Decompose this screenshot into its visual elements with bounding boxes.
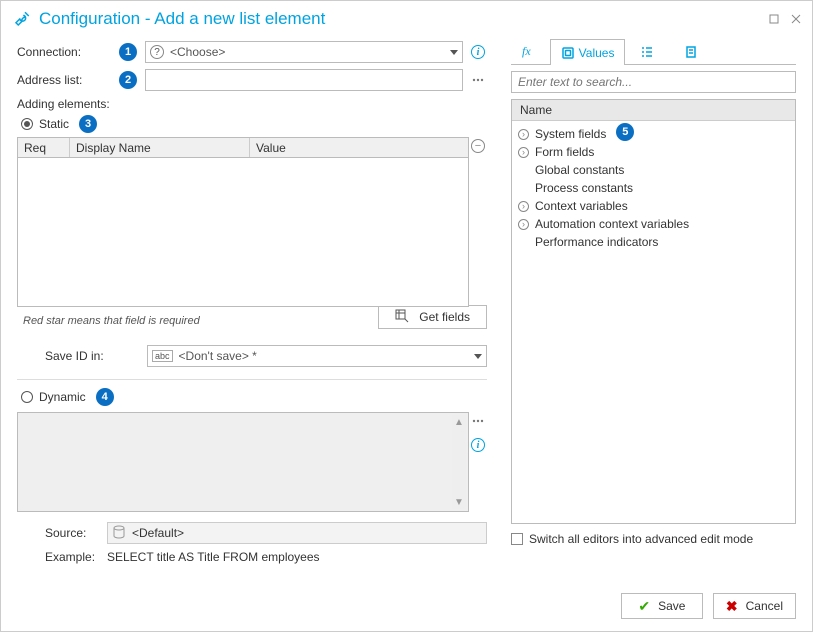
example-label: Example: [17,550,107,564]
tabs: fx Values [511,35,796,65]
chevron-down-icon [474,354,482,359]
grid-body[interactable] [17,157,469,307]
remove-row-button[interactable]: − [471,139,485,153]
tree-label: Automation context variables [535,217,689,231]
tree-label: System fields [535,127,606,141]
scroll-down-icon[interactable]: ▼ [452,495,466,509]
cancel-button[interactable]: ✖ Cancel [713,593,796,619]
badge-1: 1 [119,43,137,61]
scrollbar[interactable]: ▲ ▼ [452,415,466,509]
search-input[interactable] [518,75,789,89]
source-combo: <Default> [107,522,487,544]
address-label: Address list: [17,73,119,87]
connection-combo[interactable]: ? <Choose> [145,41,463,63]
tree-item[interactable]: Process constants [518,179,789,197]
save-in-combo[interactable]: abc <Don't save> * [147,345,487,367]
info-icon[interactable]: i [469,438,487,452]
list-icon [640,45,654,59]
grid-header: Req Display Name Value [17,137,469,157]
dynamic-label: Dynamic [39,390,86,404]
table-icon [395,309,409,326]
badge-4: 4 [96,388,114,406]
example-code: SELECT title AS Title FROM employees [107,550,320,564]
chevron-down-icon [450,50,458,55]
cancel-label: Cancel [746,599,783,613]
col-req: Req [18,138,70,157]
advanced-mode-checkbox[interactable] [511,533,523,545]
expand-icon[interactable]: › [518,219,529,230]
check-icon: ✔ [638,598,650,615]
advanced-mode-label: Switch all editors into advanced edit mo… [529,532,753,546]
expand-icon[interactable]: › [518,129,529,140]
source-label: Source: [17,526,107,540]
get-fields-label: Get fields [419,310,470,324]
tree-item[interactable]: Global constants [518,161,789,179]
tree-item[interactable]: › Context variables [518,197,789,215]
connection-value: <Choose> [170,45,450,59]
tree-item[interactable]: › System fields 5 [518,125,789,143]
save-button[interactable]: ✔ Save [621,593,703,619]
left-pane: Connection: 1 ? <Choose> i Address list:… [17,35,487,570]
source-value: <Default> [132,526,184,540]
badge-3: 3 [79,115,97,133]
search-box[interactable] [511,71,796,93]
tree-label: Form fields [535,145,594,159]
ellipsis-icon[interactable] [469,414,487,428]
radio-static[interactable] [21,118,33,130]
radio-dynamic[interactable] [21,391,33,403]
address-input[interactable] [145,69,463,91]
database-icon [112,525,126,542]
tree-label: Global constants [535,163,624,177]
right-pane: fx Values Name [511,35,796,570]
tree-item[interactable]: › Form fields [518,143,789,161]
wrench-icon [13,10,31,28]
maximize-icon[interactable] [768,13,780,25]
get-fields-button[interactable]: Get fields [378,305,487,329]
window-title: Configuration - Add a new list element [39,9,758,29]
tab-values[interactable]: Values [550,39,626,65]
save-in-value: <Don't save> * [179,349,474,363]
form-icon [684,45,698,59]
adding-label: Adding elements: [17,97,487,111]
tab-values-label: Values [579,46,615,60]
x-icon: ✖ [726,598,738,615]
tree-header: Name [512,100,795,121]
col-display: Display Name [70,138,250,157]
connection-label: Connection: [17,45,119,59]
badge-5: 5 [616,123,634,141]
info-icon[interactable]: i [469,45,487,59]
divider [17,379,487,380]
titlebar: Configuration - Add a new list element [1,1,812,35]
tree-label: Context variables [535,199,628,213]
ellipsis-icon[interactable] [469,73,487,87]
expand-icon[interactable]: › [518,147,529,158]
expand-icon[interactable]: › [518,201,529,212]
dynamic-editor[interactable]: ▲ ▼ [17,412,469,512]
fx-icon: fx [522,44,531,59]
bottom-bar: ✔ Save ✖ Cancel [621,593,796,619]
save-label: Save [658,599,685,613]
tab-list[interactable] [629,38,669,64]
tree-item[interactable]: › Automation context variables [518,215,789,233]
tree-label: Performance indicators [535,235,658,249]
scroll-up-icon[interactable]: ▲ [452,415,466,429]
tab-fx[interactable]: fx [511,38,546,64]
tree-panel: Name › System fields 5 › Form fields Glo… [511,99,796,524]
col-value: Value [250,138,468,157]
close-icon[interactable] [790,13,802,25]
values-icon [561,46,575,60]
save-in-label: Save ID in: [17,349,147,363]
badge-2: 2 [119,71,137,89]
tab-form[interactable] [673,38,713,64]
abc-icon: abc [152,350,173,362]
tree-label: Process constants [535,181,633,195]
help-icon: ? [150,45,164,59]
tree: › System fields 5 › Form fields Global c… [512,121,795,255]
tree-item[interactable]: Performance indicators [518,233,789,251]
static-label: Static [39,117,69,131]
